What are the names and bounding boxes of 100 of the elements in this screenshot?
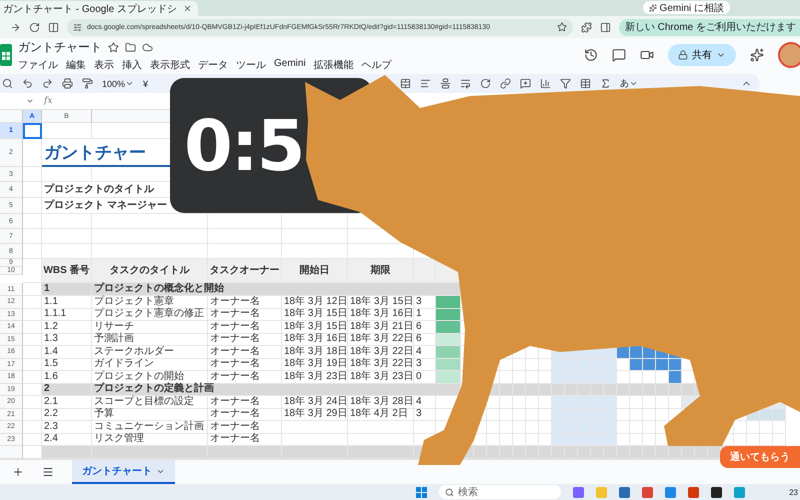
folder-icon[interactable] — [125, 42, 136, 52]
start-date: 18年 3月 19日 — [282, 358, 348, 371]
gantt-bar — [669, 371, 682, 384]
task-title: リサーチ — [92, 321, 208, 334]
menu-item[interactable]: 編集 — [66, 58, 86, 72]
gantt-cell — [487, 396, 500, 408]
browser-tab[interactable]: ガントチャート - Google スプレッドシ — [0, 1, 198, 16]
paint-format-icon[interactable] — [82, 78, 93, 89]
align-left-icon[interactable] — [420, 78, 432, 89]
document-title[interactable]: ガントチャート — [18, 38, 102, 56]
due-date: 18年 3月 23日 — [348, 371, 414, 384]
extensions-icon[interactable] — [580, 22, 592, 32]
start-date: 18年 3月 29日 — [282, 408, 348, 421]
video-call-icon[interactable] — [640, 48, 654, 62]
chrome-update-notice[interactable]: 新しい Chrome をご利用いただけます — [618, 18, 800, 36]
task-owner: オーナー名 — [208, 321, 282, 334]
history-icon[interactable] — [584, 48, 598, 62]
start-date: 18年 3月 23日 — [282, 371, 348, 384]
menu-item[interactable]: ツール — [236, 58, 266, 72]
menu-item[interactable]: Gemini — [274, 58, 306, 72]
currency-format-button[interactable]: ¥ — [143, 78, 148, 88]
table-cell — [42, 214, 92, 229]
menu-item[interactable]: ファイル — [18, 58, 58, 72]
gemini-button[interactable]: Gemini に相談 — [642, 1, 730, 14]
bookmark-icon[interactable] — [556, 22, 567, 32]
close-icon[interactable] — [182, 4, 192, 13]
split-view-icon[interactable] — [48, 22, 59, 32]
cell-cursor — [23, 123, 42, 139]
vertical-align-icon[interactable] — [440, 78, 452, 89]
menu-item[interactable]: 表示 — [94, 58, 114, 72]
cloud-icon[interactable] — [142, 42, 153, 52]
gantt-cell — [552, 371, 565, 384]
phase-title: プロジェクトの定義と計画 — [92, 384, 461, 396]
table-cell — [23, 296, 42, 308]
taskbar-search-field[interactable]: 検索 — [439, 485, 561, 499]
add-sheet-icon[interactable] — [12, 466, 24, 478]
app-icon[interactable] — [711, 486, 722, 498]
table-icon[interactable] — [580, 78, 592, 89]
gantt-cell — [526, 384, 539, 396]
text-rotation-icon[interactable] — [480, 78, 492, 89]
task-owner: オーナー名 — [208, 346, 282, 358]
gantt-cell — [513, 434, 526, 446]
star-icon[interactable] — [108, 42, 119, 52]
avatar[interactable] — [778, 42, 800, 68]
due-date: 18年 4月 2日 — [348, 408, 414, 421]
gantt-cell — [500, 421, 513, 434]
search-icon[interactable] — [2, 78, 13, 89]
column-heading: 開始日 — [282, 259, 348, 283]
chart-icon[interactable] — [540, 78, 552, 89]
gantt-cell — [552, 358, 565, 371]
clock: 23 — [789, 488, 799, 496]
link-icon[interactable] — [500, 78, 512, 89]
gemini-icon[interactable] — [750, 48, 764, 62]
forward-icon[interactable] — [10, 22, 21, 32]
start-date: 18年 3月 18日 — [282, 346, 348, 358]
side-panel-icon[interactable] — [600, 22, 611, 32]
wbs-number: 1.2 — [42, 321, 92, 334]
redo-icon[interactable] — [42, 78, 53, 89]
all-sheets-icon[interactable] — [42, 466, 54, 478]
functions-icon[interactable] — [600, 78, 612, 89]
column-heading: 期限 — [348, 259, 414, 283]
text-wrap-icon[interactable] — [460, 78, 472, 89]
reload-icon[interactable] — [29, 22, 40, 32]
gantt-cell — [643, 371, 656, 384]
table-cell — [42, 244, 92, 259]
undo-icon[interactable] — [22, 78, 33, 89]
gantt-cell — [643, 421, 656, 434]
table-cell — [23, 283, 42, 296]
gantt-bar — [630, 358, 643, 371]
gantt-cell — [604, 358, 617, 371]
windows-logo-icon[interactable] — [416, 486, 427, 498]
gantt-cell — [617, 408, 630, 421]
table-cell — [23, 308, 42, 321]
start-date: 18年 3月 15日 — [282, 321, 348, 334]
menu-item[interactable]: 表示形式 — [150, 58, 190, 72]
zoom-dropdown[interactable]: 100% — [102, 78, 134, 88]
add-comment-icon[interactable] — [520, 78, 532, 89]
gantt-cell — [630, 408, 643, 421]
menu-item[interactable]: 挿入 — [122, 58, 142, 72]
comment-icon[interactable] — [612, 48, 626, 62]
gantt-cell — [565, 384, 578, 396]
menu-item[interactable]: 拡張機能 — [314, 58, 354, 72]
menu-item[interactable]: データ — [198, 58, 228, 72]
merge-cells-icon[interactable] — [400, 78, 412, 89]
name-box-caret-icon[interactable] — [26, 97, 34, 105]
sheets-logo-icon[interactable] — [0, 44, 12, 66]
gantt-bar — [773, 408, 786, 421]
input-mode-dropdown[interactable]: あ — [620, 77, 638, 90]
print-icon[interactable] — [62, 78, 73, 89]
gantt-cell — [552, 384, 565, 396]
menu-item[interactable]: ヘルプ — [362, 58, 392, 72]
site-settings-icon[interactable] — [73, 22, 82, 32]
gantt-cell — [682, 384, 695, 396]
table-cell — [42, 167, 92, 182]
share-button[interactable]: 共有 — [668, 44, 736, 66]
task-title: 予算 — [92, 408, 208, 421]
sheet-tab[interactable]: ガントチャート — [72, 460, 175, 484]
filter-icon[interactable] — [560, 78, 572, 89]
table-cell — [23, 358, 42, 371]
gantt-cell — [487, 408, 500, 421]
